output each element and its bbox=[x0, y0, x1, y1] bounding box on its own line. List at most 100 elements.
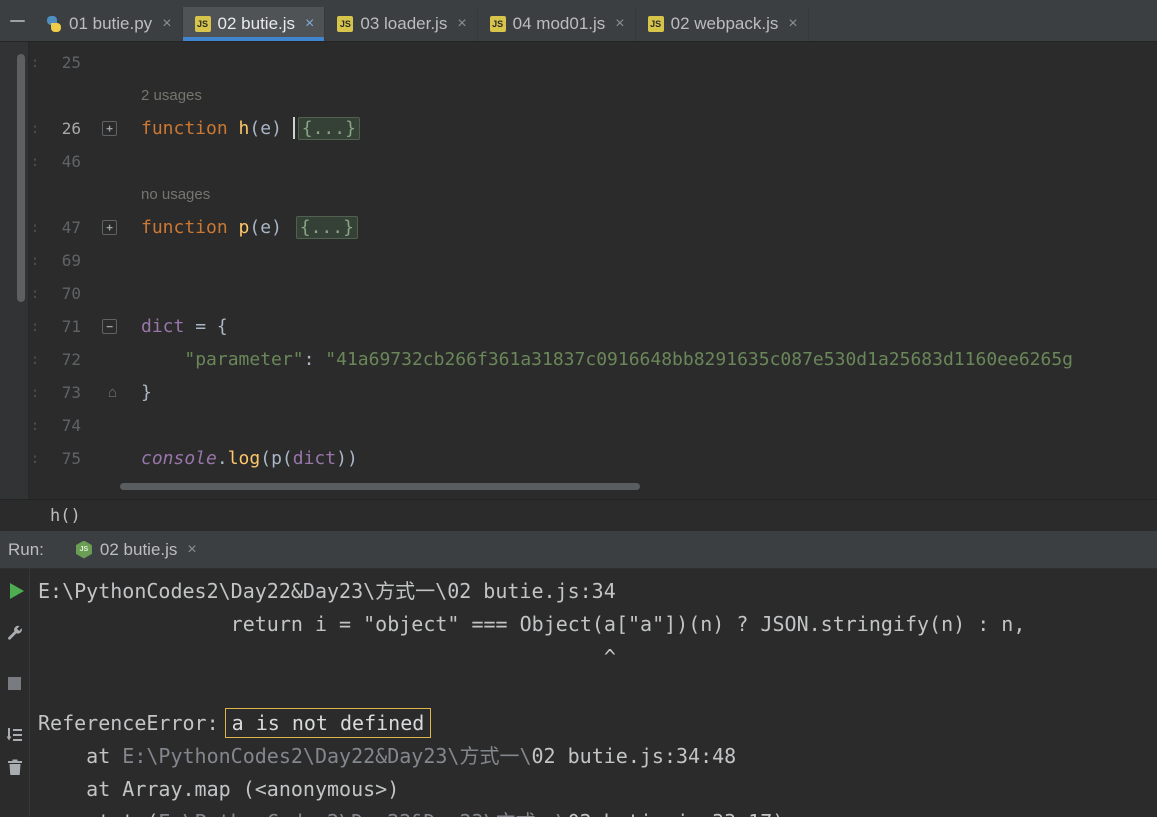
close-icon[interactable]: × bbox=[457, 15, 466, 33]
trash-icon bbox=[7, 759, 22, 775]
breadcrumb-bar: h() bbox=[0, 499, 1157, 531]
editor-line: : 69 bbox=[29, 244, 1157, 277]
run-tool-window-header: Run: JS 02 butie.js × bbox=[0, 531, 1157, 569]
js-file-icon: JS bbox=[337, 16, 354, 32]
gutter-mark: : bbox=[30, 120, 40, 137]
wrench-icon bbox=[7, 625, 22, 640]
editor-line: :72 "parameter": "41a69732cb266f361a3183… bbox=[30, 349, 1074, 370]
close-icon[interactable]: × bbox=[305, 15, 314, 33]
editor-line: : 74 bbox=[29, 409, 1157, 442]
tab-02-webpack-js[interactable]: JS 02 webpack.js × bbox=[636, 7, 809, 41]
menu-icon bbox=[9, 19, 25, 22]
editor-line: : 70 bbox=[29, 277, 1157, 310]
tab-label: 04 mod01.js bbox=[512, 14, 606, 33]
tab-label: 02 webpack.js bbox=[670, 14, 779, 33]
settings-button[interactable] bbox=[4, 623, 26, 643]
gutter-mark: : bbox=[30, 54, 40, 71]
main-menu-button[interactable] bbox=[0, 0, 34, 41]
python-file-icon bbox=[46, 16, 62, 32]
stop-button[interactable] bbox=[4, 673, 26, 693]
play-icon bbox=[9, 583, 24, 599]
line-number: 69 bbox=[61, 251, 81, 270]
line-number: 25 bbox=[61, 53, 81, 72]
console-line: ^ bbox=[38, 645, 616, 669]
js-file-icon: JS bbox=[647, 16, 664, 32]
editor-line: :73 ⌂} bbox=[30, 382, 152, 403]
editor-line: :47 + function p(e) {...} bbox=[29, 211, 1157, 244]
console-line: at t (E:\PythonCodes2\Day22&Day23\方式一\02… bbox=[38, 806, 1157, 817]
line-number: 26 bbox=[61, 119, 81, 138]
tab-04-mod01-js[interactable]: JS 04 mod01.js × bbox=[478, 7, 636, 41]
line-number: 47 bbox=[61, 218, 81, 237]
editor-line: :26 + function h(e) {...} bbox=[29, 112, 1157, 145]
scroll-down-icon bbox=[6, 728, 22, 741]
run-tab[interactable]: JS 02 butie.js × bbox=[68, 531, 205, 568]
breadcrumb[interactable]: h() bbox=[50, 506, 81, 526]
editor-line: :75 console.log(p(dict)) bbox=[30, 448, 358, 469]
gutter-mark: : bbox=[30, 285, 40, 302]
gutter-mark: : bbox=[30, 417, 40, 434]
folded-region[interactable]: {...} bbox=[295, 216, 358, 239]
usages-annotation: 2 usages bbox=[29, 79, 1157, 112]
horizontal-scrollbar[interactable] bbox=[120, 483, 640, 490]
tab-list: 01 butie.py × JS 02 butie.js × JS 03 loader.js… bbox=[34, 7, 809, 41]
tab-03-loader-js[interactable]: JS 03 loader.js × bbox=[325, 7, 478, 41]
close-icon[interactable]: × bbox=[187, 541, 196, 559]
usages-label[interactable]: 2 usages bbox=[127, 87, 202, 104]
line-number: 72 bbox=[61, 350, 81, 369]
file-link[interactable]: E:\PythonCodes2\Day22&Day23\方式一\ bbox=[122, 744, 531, 768]
file-link[interactable]: 02 butie.js:33:17) bbox=[568, 810, 785, 817]
line-number: 74 bbox=[61, 416, 81, 435]
file-link[interactable]: 02 butie.js:34:48 bbox=[532, 744, 737, 768]
js-file-icon: JS bbox=[489, 16, 506, 32]
fold-marker-end[interactable]: ⌂ bbox=[108, 384, 117, 401]
editor-area[interactable]: :25 2 usages:26 + function h(e) {...}:46 no … bbox=[0, 42, 1157, 499]
line-number: 46 bbox=[61, 152, 81, 171]
rerun-button[interactable] bbox=[4, 581, 26, 601]
fold-marker-minus[interactable]: − bbox=[102, 319, 117, 334]
left-gutter-strip bbox=[0, 42, 29, 499]
run-label: Run: bbox=[8, 539, 44, 559]
console-output[interactable]: E:\PythonCodes2\Day22&Day23\方式一\02 butie… bbox=[30, 569, 1157, 817]
scroll-to-end-button[interactable] bbox=[4, 725, 26, 745]
editor-line: : 46 bbox=[29, 145, 1157, 178]
fold-marker-plus[interactable]: + bbox=[102, 121, 117, 136]
highlighted-match: a is not defined bbox=[224, 708, 432, 738]
clear-all-button[interactable] bbox=[4, 757, 26, 777]
tab-label: 02 butie.js bbox=[217, 14, 296, 33]
folded-region[interactable]: {...} bbox=[297, 117, 360, 140]
ide-window: 01 butie.py × JS 02 butie.js × JS 03 loader.js… bbox=[0, 0, 1157, 817]
close-icon[interactable]: × bbox=[788, 15, 797, 33]
usages-label[interactable]: no usages bbox=[127, 186, 210, 203]
run-console-panel: E:\PythonCodes2\Day22&Day23\方式一\02 butie… bbox=[0, 569, 1157, 817]
file-link[interactable]: E:\PythonCodes2\Day22&Day23\方式一\ bbox=[158, 810, 567, 817]
editor-lines: :25 2 usages:26 + function h(e) {...}:46 no … bbox=[29, 42, 1157, 499]
vertical-scrollbar[interactable] bbox=[17, 54, 25, 302]
nodejs-icon: JS bbox=[75, 540, 92, 559]
tab-01-butie-py[interactable]: 01 butie.py × bbox=[34, 7, 183, 41]
console-line: at E:\PythonCodes2\Day22&Day23\方式一\02 bu… bbox=[38, 744, 737, 768]
gutter-mark: : bbox=[30, 318, 40, 335]
line-number: 71 bbox=[61, 317, 81, 336]
editor-tab-bar: 01 butie.py × JS 02 butie.js × JS 03 loader.js… bbox=[0, 0, 1157, 42]
line-number: 75 bbox=[61, 449, 81, 468]
console-line: ReferenceError: a is not defined bbox=[38, 707, 1157, 740]
editor-line: : 25 bbox=[29, 46, 1157, 79]
text-cursor bbox=[292, 117, 295, 139]
line-number: 70 bbox=[61, 284, 81, 303]
console-line: return i = "object" === Object(a["a"])(n… bbox=[38, 612, 1026, 636]
gutter-mark: : bbox=[30, 219, 40, 236]
tab-label: 03 loader.js bbox=[360, 14, 448, 33]
gutter-mark: : bbox=[30, 252, 40, 269]
run-tab-label: 02 butie.js bbox=[99, 539, 178, 559]
console-line: at Array.map (<anonymous>) bbox=[38, 777, 400, 801]
close-icon[interactable]: × bbox=[162, 15, 171, 33]
fold-marker-plus[interactable]: + bbox=[102, 220, 117, 235]
editor-line: :71− dict = { bbox=[30, 316, 228, 337]
close-icon[interactable]: × bbox=[615, 15, 624, 33]
gutter-mark: : bbox=[30, 351, 40, 368]
js-file-icon: JS bbox=[194, 16, 211, 32]
gutter-mark: : bbox=[30, 450, 40, 467]
tab-02-butie-js[interactable]: JS 02 butie.js × bbox=[182, 7, 326, 41]
